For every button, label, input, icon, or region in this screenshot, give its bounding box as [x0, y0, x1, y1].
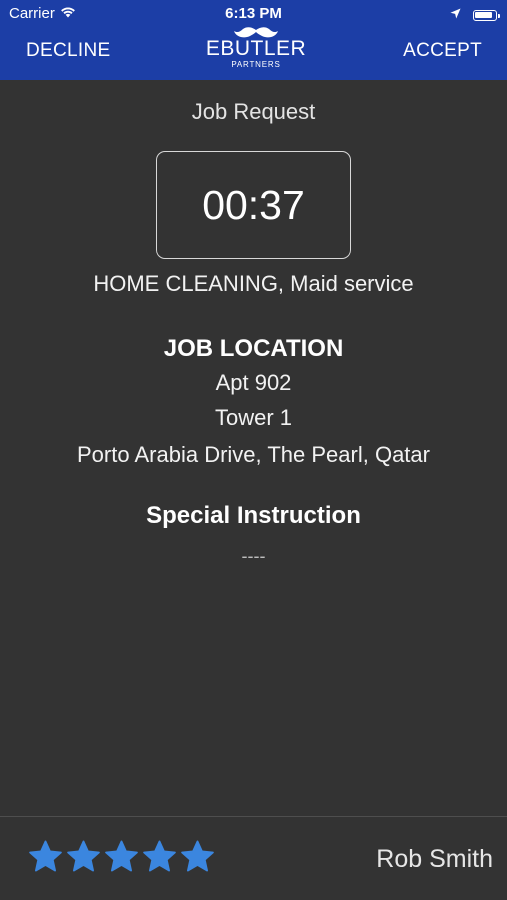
location-arrow-icon — [450, 6, 461, 24]
battery-level-fill — [475, 11, 492, 18]
customer-name: Rob Smith — [376, 845, 493, 873]
rating-stars — [28, 840, 215, 874]
decline-button[interactable]: DECLINE — [26, 40, 110, 62]
job-location-heading: JOB LOCATION — [163, 335, 344, 362]
job-request-panel: Job Request 00:37 HOME CLEANING, Maid se… — [0, 80, 507, 816]
special-instruction-heading: Special Instruction — [146, 502, 361, 529]
header-bar: Carrier 6:13 PM DECLINE EBUTLER PARTNERS… — [0, 0, 507, 80]
star-icon — [104, 840, 139, 874]
star-icon — [66, 840, 101, 874]
location-line-address: Porto Arabia Drive, The Pearl, Qatar — [77, 442, 430, 467]
ebutler-logo: EBUTLER PARTNERS — [203, 26, 309, 80]
location-line-tower: Tower 1 — [214, 405, 293, 430]
status-right — [450, 6, 500, 24]
star-icon — [28, 840, 63, 874]
logo-wordmark: EBUTLER — [205, 37, 307, 60]
location-line-apartment: Apt 902 — [215, 370, 292, 395]
special-instruction-text: ---- — [241, 546, 266, 566]
customer-footer: Rob Smith — [0, 816, 507, 900]
battery-icon — [473, 9, 500, 21]
page-title: Job Request — [191, 99, 316, 124]
status-time: 6:13 PM — [225, 5, 282, 22]
accept-button[interactable]: ACCEPT — [403, 40, 482, 62]
star-icon — [142, 840, 177, 874]
countdown-timer: 00:37 — [156, 151, 351, 259]
logo-subtitle: PARTNERS — [231, 60, 281, 69]
star-icon — [180, 840, 215, 874]
service-type: HOME CLEANING, Maid service — [93, 271, 414, 296]
status-bar: Carrier 6:13 PM — [0, 0, 507, 28]
